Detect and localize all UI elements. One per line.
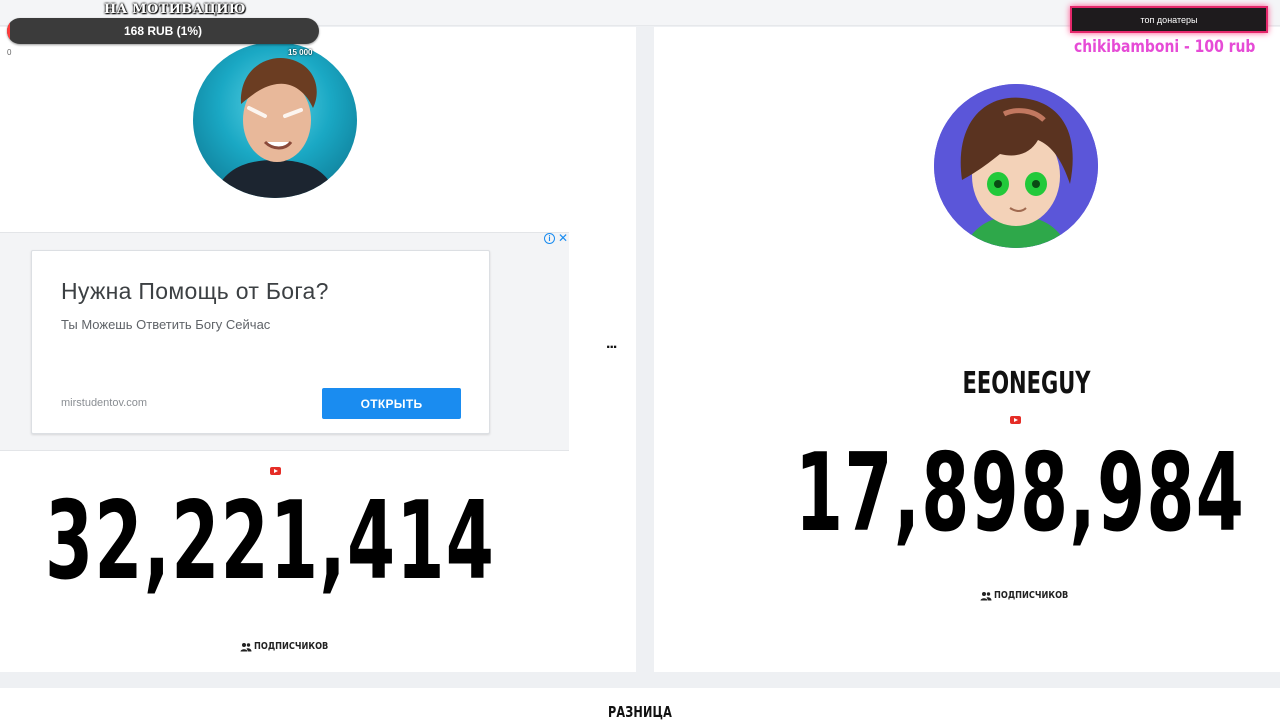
right-subscriber-count: 17,898,984 bbox=[795, 431, 1246, 556]
avatar-photo-icon bbox=[213, 57, 337, 198]
ad-domain[interactable]: mirstudentov.com bbox=[61, 397, 147, 409]
donation-goal-min: 0 bbox=[7, 48, 12, 57]
left-subscribers-label: ПОДПИСЧИКОВ bbox=[240, 641, 345, 652]
ad-container: i ✕ Нужна Помощь от Бога? Ты Можешь Отве… bbox=[0, 232, 569, 451]
ad-open-button[interactable]: ОТКРЫТЬ bbox=[322, 388, 461, 419]
top-donors-header: топ донатеры bbox=[1070, 6, 1268, 33]
right-channel-avatar bbox=[934, 84, 1098, 248]
users-icon bbox=[980, 591, 992, 600]
stage: i ✕ Нужна Помощь от Бога? Ты Можешь Отве… bbox=[0, 0, 1280, 720]
info-icon[interactable]: i bbox=[544, 233, 555, 244]
close-icon[interactable]: ✕ bbox=[558, 232, 568, 244]
difference-label: РАЗНИЦА bbox=[608, 703, 672, 720]
avatar-anime-icon bbox=[934, 84, 1098, 248]
donation-progress-text: 168 RUB (1%) bbox=[123, 24, 203, 38]
subscribers-text: ПОДПИСЧИКОВ bbox=[254, 641, 329, 652]
youtube-icon bbox=[270, 467, 281, 475]
ad-choices[interactable]: i ✕ bbox=[544, 232, 568, 244]
top-donor-entry: chikibamboni - 100 rub bbox=[1074, 37, 1256, 57]
donation-progress-bar: 168 RUB (1%) bbox=[7, 18, 319, 44]
right-subscribers-label: ПОДПИСЧИКОВ bbox=[980, 590, 1085, 601]
youtube-icon bbox=[1010, 416, 1021, 424]
ellipsis-menu[interactable]: ... bbox=[606, 335, 617, 353]
donation-goal-max: 15 000 bbox=[288, 48, 313, 57]
ad-subtitle: Ты Можешь Ответить Богу Сейчас bbox=[61, 317, 271, 332]
ad-card[interactable]: Нужна Помощь от Бога? Ты Можешь Ответить… bbox=[31, 250, 490, 434]
subscribers-text: ПОДПИСЧИКОВ bbox=[994, 590, 1069, 601]
left-channel-avatar bbox=[193, 42, 357, 198]
left-subscriber-count: 32,221,414 bbox=[45, 479, 496, 604]
right-channel-name: EEONEGUY bbox=[962, 366, 1091, 401]
donation-goal-title: НА МОТИВАЦИЮ bbox=[104, 2, 246, 17]
users-icon bbox=[240, 642, 252, 651]
ad-title[interactable]: Нужна Помощь от Бога? bbox=[61, 278, 329, 305]
